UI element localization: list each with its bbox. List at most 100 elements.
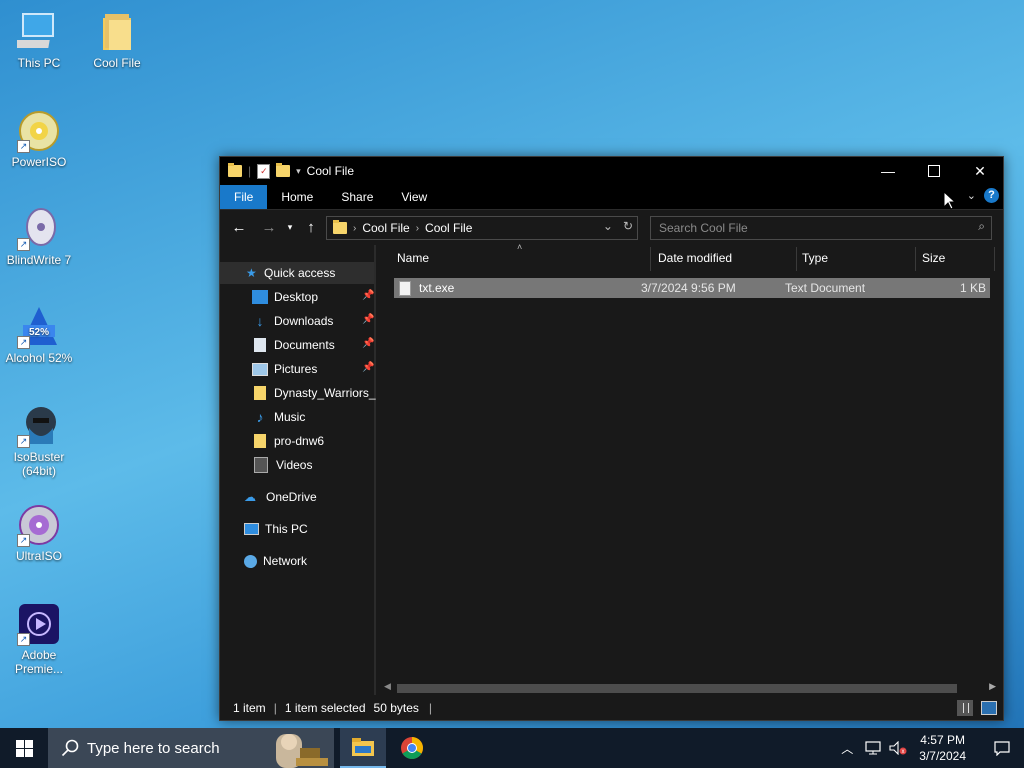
system-tray: ︿ x 4:57 PM 3/7/2024 [841,728,1024,768]
horizontal-scrollbar[interactable]: ◀ ▶ [380,681,1000,695]
search-input[interactable] [651,217,961,239]
file-explorer-icon [352,738,374,756]
desktop-icon-alcohol[interactable]: 52% ↗ Alcohol 52% [1,305,77,365]
clock[interactable]: 4:57 PM 3/7/2024 [919,732,966,764]
film-icon [254,457,268,473]
title-bar[interactable]: | ✓ ▾ Cool File — ✕ [220,157,1003,185]
window-title: Cool File [306,164,355,178]
taskbar: Type here to search ︿ x 4:57 PM 3/7/2024 [0,728,1024,768]
nav-item-pictures[interactable]: Pictures [252,358,317,380]
nav-item-onedrive[interactable]: ☁ OneDrive [244,486,317,508]
customize-toolbar-chevron-icon[interactable]: ▾ [296,166,301,177]
column-header-type[interactable]: Type [802,245,828,271]
taskbar-chrome[interactable] [390,728,434,768]
desktop-icon-label: Cool File [93,56,141,70]
desktop-icon-ultraiso[interactable]: ↗ UltraISO [1,503,77,563]
pin-icon[interactable]: 📌 [362,290,374,301]
desktop-icon-this-pc[interactable]: This PC [1,10,77,70]
folder-icon [95,10,139,54]
nav-item-this-pc[interactable]: This PC [244,518,308,540]
desktop-icon-poweriso[interactable]: ↗ PowerISO [1,109,77,169]
breadcrumb-item[interactable]: Cool File [425,221,472,235]
search-icon[interactable]: ⌕ [978,219,985,234]
close-button[interactable]: ✕ [957,157,1003,185]
navigation-pane: ★ Quick access Desktop 📌 ↓ Downloads 📌 D… [220,245,376,695]
column-header-name[interactable]: Name [397,245,429,271]
refresh-icon[interactable]: ↻ [623,219,633,233]
nav-item-music[interactable]: ♪ Music [252,406,306,428]
large-icons-view-icon[interactable] [981,701,997,715]
nav-item-label: Dynasty_Warriors_6 [274,386,376,400]
expand-ribbon-chevron-icon[interactable]: ⌄ [967,189,976,202]
recent-locations-chevron-icon[interactable]: ▾ [284,222,296,233]
breadcrumb-item[interactable]: Cool File [362,221,409,235]
column-divider[interactable] [796,247,797,271]
network-icon[interactable] [865,741,881,755]
pin-icon[interactable]: 📌 [362,362,374,373]
scroll-left-arrow-icon[interactable]: ◀ [384,681,391,692]
tab-view[interactable]: View [387,185,441,209]
start-button[interactable] [0,728,48,768]
shortcut-arrow-icon: ↗ [17,336,30,349]
action-center-button[interactable] [980,728,1024,768]
column-divider[interactable] [915,247,916,271]
address-dropdown-chevron-icon[interactable]: ⌄ [603,219,613,233]
breadcrumb-separator-icon[interactable]: › [416,223,419,234]
pane-splitter[interactable] [374,245,376,695]
nav-item-label: OneDrive [266,490,317,504]
desktop-icon-blindwrite[interactable]: ↗ BlindWrite 7 [1,207,77,267]
new-folder-icon[interactable] [276,163,291,177]
status-bar: 1 item | 1 item selected 50 bytes | [220,696,1003,720]
nav-item-quick-access[interactable]: ★ Quick access [220,262,374,284]
scroll-right-arrow-icon[interactable]: ▶ [989,681,996,692]
back-arrow-icon[interactable]: ← [228,219,250,236]
mouse-cursor-icon [944,192,956,210]
tab-file[interactable]: File [220,185,268,209]
details-view-icon[interactable] [957,700,973,716]
star-icon: ★ [246,266,257,280]
maximize-button[interactable] [911,157,957,185]
chrome-icon [401,737,423,759]
nav-item-dynasty-warriors[interactable]: Dynasty_Warriors_6 [252,382,376,404]
search-box[interactable]: ⌕ [650,216,992,240]
minimize-button[interactable]: — [865,157,911,185]
show-hidden-icons-chevron-icon[interactable]: ︿ [841,740,853,757]
breadcrumb-separator-icon: › [353,222,357,234]
file-row[interactable]: txt.exe 3/7/2024 9:56 PM Text Document 1… [394,278,990,298]
desktop-icon-isobuster[interactable]: ↗ IsoBuster (64bit) [1,404,77,478]
toolbar-divider: | [248,164,252,178]
desktop-icon-label: This PC [17,56,61,70]
maximize-icon [928,165,940,177]
nav-item-documents[interactable]: Documents [252,334,335,356]
desktop-icon-premiere[interactable]: ↗ Adobe Premie... [1,602,77,676]
nav-item-pro-dnw6[interactable]: pro-dnw6 [252,430,324,452]
forward-arrow-icon[interactable]: → [258,219,280,236]
nav-item-label: Quick access [264,266,336,280]
column-divider[interactable] [650,247,651,271]
column-divider[interactable] [994,247,995,271]
nav-item-network[interactable]: Network [244,550,307,572]
nav-item-desktop[interactable]: Desktop [252,286,318,308]
properties-icon[interactable]: ✓ [257,163,271,179]
disc-icon: ↗ [17,109,61,153]
nav-item-label: This PC [265,522,308,536]
monitor-icon [14,10,61,54]
column-header-date-modified[interactable]: Date modified [658,245,732,271]
pin-icon[interactable]: 📌 [362,314,374,325]
tab-share[interactable]: Share [327,185,387,209]
taskbar-file-explorer[interactable] [340,728,386,768]
pin-icon[interactable]: 📌 [362,338,374,349]
volume-muted-icon[interactable]: x [889,741,907,755]
scrollbar-thumb[interactable] [397,684,957,693]
address-bar[interactable]: › Cool File › Cool File ⌄ ↻ [326,216,638,240]
desktop-icon-cool-file[interactable]: Cool File [79,10,155,70]
column-header-size[interactable]: Size [922,245,945,271]
up-arrow-icon[interactable]: ↑ [300,219,322,236]
tab-home[interactable]: Home [267,185,327,209]
help-icon[interactable]: ? [984,188,999,203]
taskbar-search-box[interactable]: Type here to search [48,728,334,768]
nav-item-videos[interactable]: Videos [252,454,312,476]
taskbar-search-placeholder: Type here to search [87,739,220,757]
monitor-icon [244,523,259,535]
nav-item-downloads[interactable]: ↓ Downloads [252,310,334,332]
